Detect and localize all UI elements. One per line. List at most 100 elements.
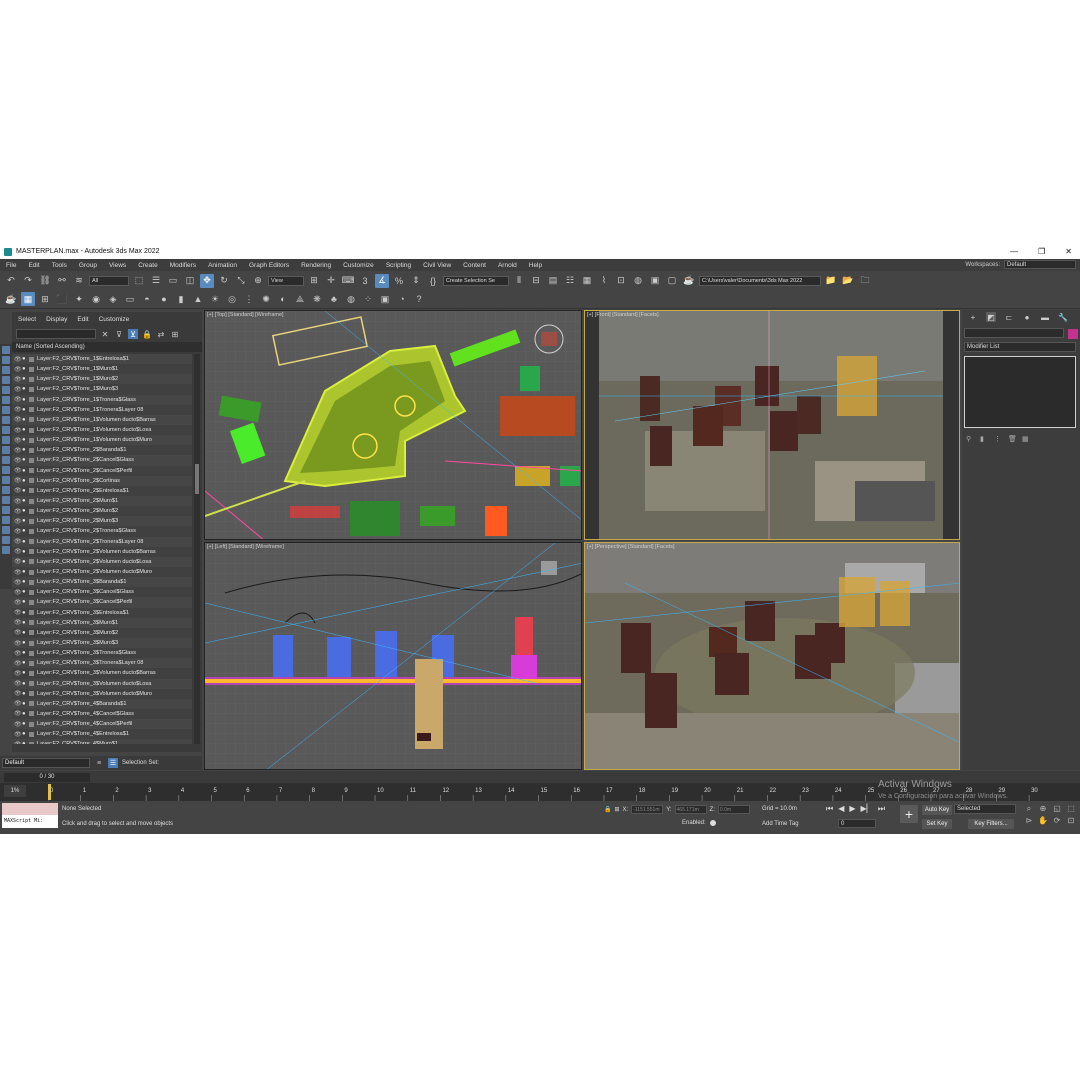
unlink-icon[interactable]: ⚯ [55, 274, 69, 288]
freeze-dot-icon[interactable]: ● [22, 447, 29, 453]
named-selection-dropdown[interactable]: Create Selection Se [443, 275, 509, 286]
play-icon[interactable]: ▶ [849, 804, 855, 814]
utilities-tab-icon[interactable]: 🔧 [1058, 312, 1068, 322]
explorer-menu-select[interactable]: Select [18, 316, 36, 323]
auto-key-button[interactable]: Auto Key [922, 805, 952, 815]
freeze-dot-icon[interactable]: ● [22, 579, 29, 585]
list-item[interactable]: 👁 ● Layer:F2_CRV$Torre_3$Volumen ducto$Bar… [12, 668, 192, 679]
visibility-eye-icon[interactable]: 👁 [14, 386, 22, 393]
angle-snap-icon[interactable]: ∡ [375, 273, 389, 288]
select-and-place-icon[interactable]: ⊕ [251, 274, 265, 288]
freeze-dot-icon[interactable]: ● [22, 599, 29, 605]
viewport-top[interactable]: [+] [Top] [Standard] [Wireframe] [204, 310, 582, 540]
menu-arnold[interactable]: Arnold [492, 262, 523, 269]
globe-icon[interactable]: ◎ [225, 292, 239, 306]
color-clipboard-icon[interactable]: ⁘ [361, 292, 375, 306]
list-item[interactable]: 👁 ● Layer:F2_CRV$Torre_3$Muro$2 [12, 627, 192, 638]
hierarchy-tab-icon[interactable]: ⊏ [1004, 312, 1014, 322]
visibility-eye-icon[interactable]: 👁 [14, 599, 22, 606]
list-item[interactable]: 👁 ● Layer:F2_CRV$Torre_2$Volumen ducto$Bar… [12, 546, 192, 557]
freeze-dot-icon[interactable]: ● [22, 397, 29, 403]
freeze-dot-icon[interactable]: ● [22, 691, 29, 697]
absolute-mode-icon[interactable]: ⊞ [614, 806, 619, 813]
list-item[interactable]: 👁 ● Layer:F2_CRV$Torre_4$Baranda$1 [12, 698, 192, 709]
list-item[interactable]: 👁 ● Layer:F2_CRV$Torre_3$Tronera$Glass [12, 648, 192, 659]
list-item[interactable]: 👁 ● Layer:F2_CRV$Torre_2$Muro$3 [12, 516, 192, 527]
link-icon[interactable]: ⛓ [38, 274, 52, 288]
minimize-button[interactable]: — [1010, 247, 1018, 256]
motion-tab-icon[interactable]: ● [1022, 312, 1032, 322]
visibility-eye-icon[interactable]: 👁 [14, 356, 22, 363]
freeze-dot-icon[interactable]: ● [22, 681, 29, 687]
cylinder-icon[interactable]: ▮ [174, 292, 188, 306]
filter-icon[interactable] [2, 526, 10, 534]
reference-coord-dropdown[interactable]: View [268, 275, 304, 286]
visibility-eye-icon[interactable]: 👁 [14, 548, 22, 555]
display-hidden-icon[interactable] [2, 466, 10, 474]
light-icon[interactable]: ✦ [72, 292, 86, 306]
list-item[interactable]: 👁 ● Layer:F2_CRV$Torre_3$Baranda$1 [12, 577, 192, 588]
list-item[interactable]: 👁 ● Layer:F2_CRV$Torre_4$Cancel$Perfil [12, 719, 192, 730]
visibility-eye-icon[interactable]: 👁 [14, 741, 22, 744]
explorer-column-header[interactable]: Name (Sorted Ascending) [12, 342, 202, 352]
tripod-icon[interactable]: ⟁ [293, 292, 307, 306]
helper-icon[interactable]: ◈ [106, 292, 120, 306]
z-coordinate-field[interactable]: 0.0m [717, 805, 750, 814]
pivot-center-icon[interactable]: ⊞ [307, 274, 321, 288]
freeze-dot-icon[interactable]: ● [22, 559, 29, 565]
display-none-icon[interactable] [2, 346, 10, 354]
pin-stack-icon[interactable]: ⚲ [966, 435, 974, 443]
visibility-eye-icon[interactable]: 👁 [14, 650, 22, 657]
display-xrefs-icon[interactable] [2, 426, 10, 434]
select-and-rotate-icon[interactable]: ↻ [217, 274, 231, 288]
visibility-eye-icon[interactable]: 👁 [14, 619, 22, 626]
menu-create[interactable]: Create [132, 262, 164, 269]
visibility-eye-icon[interactable]: 👁 [14, 640, 22, 647]
list-item[interactable]: 👁● Layer:F2_CRV$Torre_4$Muro$1 [12, 739, 192, 744]
freeze-dot-icon[interactable]: ● [22, 670, 29, 676]
visibility-eye-icon[interactable]: 👁 [14, 690, 22, 697]
visibility-eye-icon[interactable]: 👁 [14, 670, 22, 677]
display-children-icon[interactable] [2, 496, 10, 504]
visibility-eye-icon[interactable]: 👁 [14, 700, 22, 707]
freeze-dot-icon[interactable]: ● [22, 660, 29, 666]
list-item[interactable]: 👁 ● Layer:F2_CRV$Torre_1$Muro$3 [12, 384, 192, 395]
spinner-snap-icon[interactable]: ⇕ [409, 274, 423, 288]
redo-icon[interactable]: ↷ [21, 274, 35, 288]
freeze-dot-icon[interactable]: ● [22, 407, 29, 413]
grid-icon[interactable]: ⋮ [242, 292, 256, 306]
display-dependents-icon[interactable] [2, 516, 10, 524]
list-item[interactable]: 👁 ● Layer:F2_CRV$Torre_3$Entrelosa$1 [12, 607, 192, 618]
scene-explorer-icon[interactable]: ▦ [21, 292, 35, 306]
mini-curve-toggle[interactable]: 1% [4, 785, 26, 797]
key-filters-button[interactable]: Key Filters... [968, 819, 1014, 829]
visibility-eye-icon[interactable]: 👁 [14, 437, 22, 444]
select-and-move-icon[interactable]: ✥ [200, 273, 214, 288]
visibility-eye-icon[interactable]: 👁 [14, 731, 22, 738]
list-item[interactable]: 👁 ● Layer:F2_CRV$Torre_2$Cancel$Perfil [12, 465, 192, 476]
menu-content[interactable]: Content [457, 262, 492, 269]
list-item[interactable]: 👁 ● Layer:F2_CRV$Torre_3$Volumen ducto$Mur… [12, 688, 192, 699]
list-item[interactable]: 👁 ● Layer:F2_CRV$Torre_2$Volumen ducto$Los… [12, 556, 192, 567]
x-coordinate-field[interactable]: -1151.551m [631, 805, 664, 814]
menu-graph-editors[interactable]: Graph Editors [243, 262, 295, 269]
tape-icon[interactable]: ◐ [276, 292, 290, 306]
render-setup-icon[interactable]: ▣ [648, 274, 662, 288]
list-item[interactable]: 👁 ● Layer:F2_CRV$Torre_2$Entrelosa$1 [12, 485, 192, 496]
select-object-icon[interactable]: ⬚ [132, 274, 146, 288]
list-item[interactable]: 👁 ● Layer:F2_CRV$Torre_2$Tronera$Glass [12, 526, 192, 537]
add-time-tag[interactable]: Add Time Tag [762, 821, 799, 827]
list-item[interactable]: 👁 ● Layer:F2_CRV$Torre_3$Volumen ducto$Los… [12, 678, 192, 689]
freeze-dot-icon[interactable]: ● [22, 427, 29, 433]
open-folder-icon[interactable]: 📂 [841, 274, 855, 288]
visibility-eye-icon[interactable]: 👁 [14, 528, 22, 535]
visibility-eye-icon[interactable]: 👁 [14, 508, 22, 515]
camera-icon[interactable]: ◉ [89, 292, 103, 306]
visibility-eye-icon[interactable]: 👁 [14, 589, 22, 596]
list-item[interactable]: 👁 ● Layer:F2_CRV$Torre_4$Entrelosa$1 [12, 729, 192, 740]
freeze-dot-icon[interactable]: ● [22, 518, 29, 524]
menu-group[interactable]: Group [73, 262, 103, 269]
display-shapes-icon[interactable] [2, 366, 10, 374]
freeze-dot-icon[interactable]: ● [22, 356, 29, 362]
menu-customize[interactable]: Customize [337, 262, 380, 269]
